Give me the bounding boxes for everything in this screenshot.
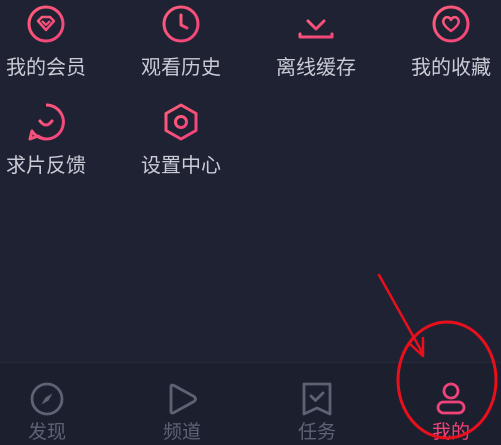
- bottom-tab-bar: 发现 频道 任务 我的: [0, 362, 501, 445]
- menu-item-settings[interactable]: 设置中心: [121, 102, 241, 178]
- tab-tasks[interactable]: 任务: [267, 381, 367, 443]
- tab-label: 频道: [162, 421, 201, 443]
- user-icon: [436, 382, 466, 415]
- menu-item-request-feedback[interactable]: 求片反馈: [0, 102, 106, 178]
- menu-item-offline-cache[interactable]: 离线缓存: [256, 4, 376, 80]
- menu-item-history[interactable]: 观看历史: [121, 4, 241, 80]
- menu-item-label: 求片反馈: [6, 153, 86, 177]
- task-icon: [302, 382, 332, 416]
- menu-item-label: 离线缓存: [276, 55, 356, 79]
- menu-item-label: 观看历史: [141, 55, 221, 79]
- diamond-icon: [27, 5, 65, 43]
- download-icon: [298, 5, 334, 39]
- play-icon: [169, 383, 197, 415]
- menu-item-label: 设置中心: [141, 153, 221, 177]
- annotation-arrow-head: [408, 336, 425, 358]
- feedback-icon: [28, 103, 65, 141]
- tab-label: 我的: [431, 421, 470, 443]
- menu-item-favorites[interactable]: 我的收藏: [391, 4, 501, 80]
- menu-item-label: 我的会员: [6, 55, 86, 79]
- heart-icon: [432, 5, 470, 43]
- menu-item-label: 我的收藏: [411, 55, 491, 79]
- tab-discover[interactable]: 发现: [0, 381, 97, 443]
- tab-mine[interactable]: 我的: [401, 381, 501, 443]
- clock-icon: [162, 5, 200, 43]
- tab-channels[interactable]: 频道: [132, 381, 232, 443]
- tab-label: 任务: [297, 421, 336, 443]
- menu-item-membership[interactable]: 我的会员: [0, 4, 106, 80]
- settings-hex-icon: [164, 103, 198, 141]
- compass-icon: [30, 382, 64, 416]
- tab-label: 发现: [27, 421, 66, 443]
- annotation-arrow-line: [377, 273, 424, 354]
